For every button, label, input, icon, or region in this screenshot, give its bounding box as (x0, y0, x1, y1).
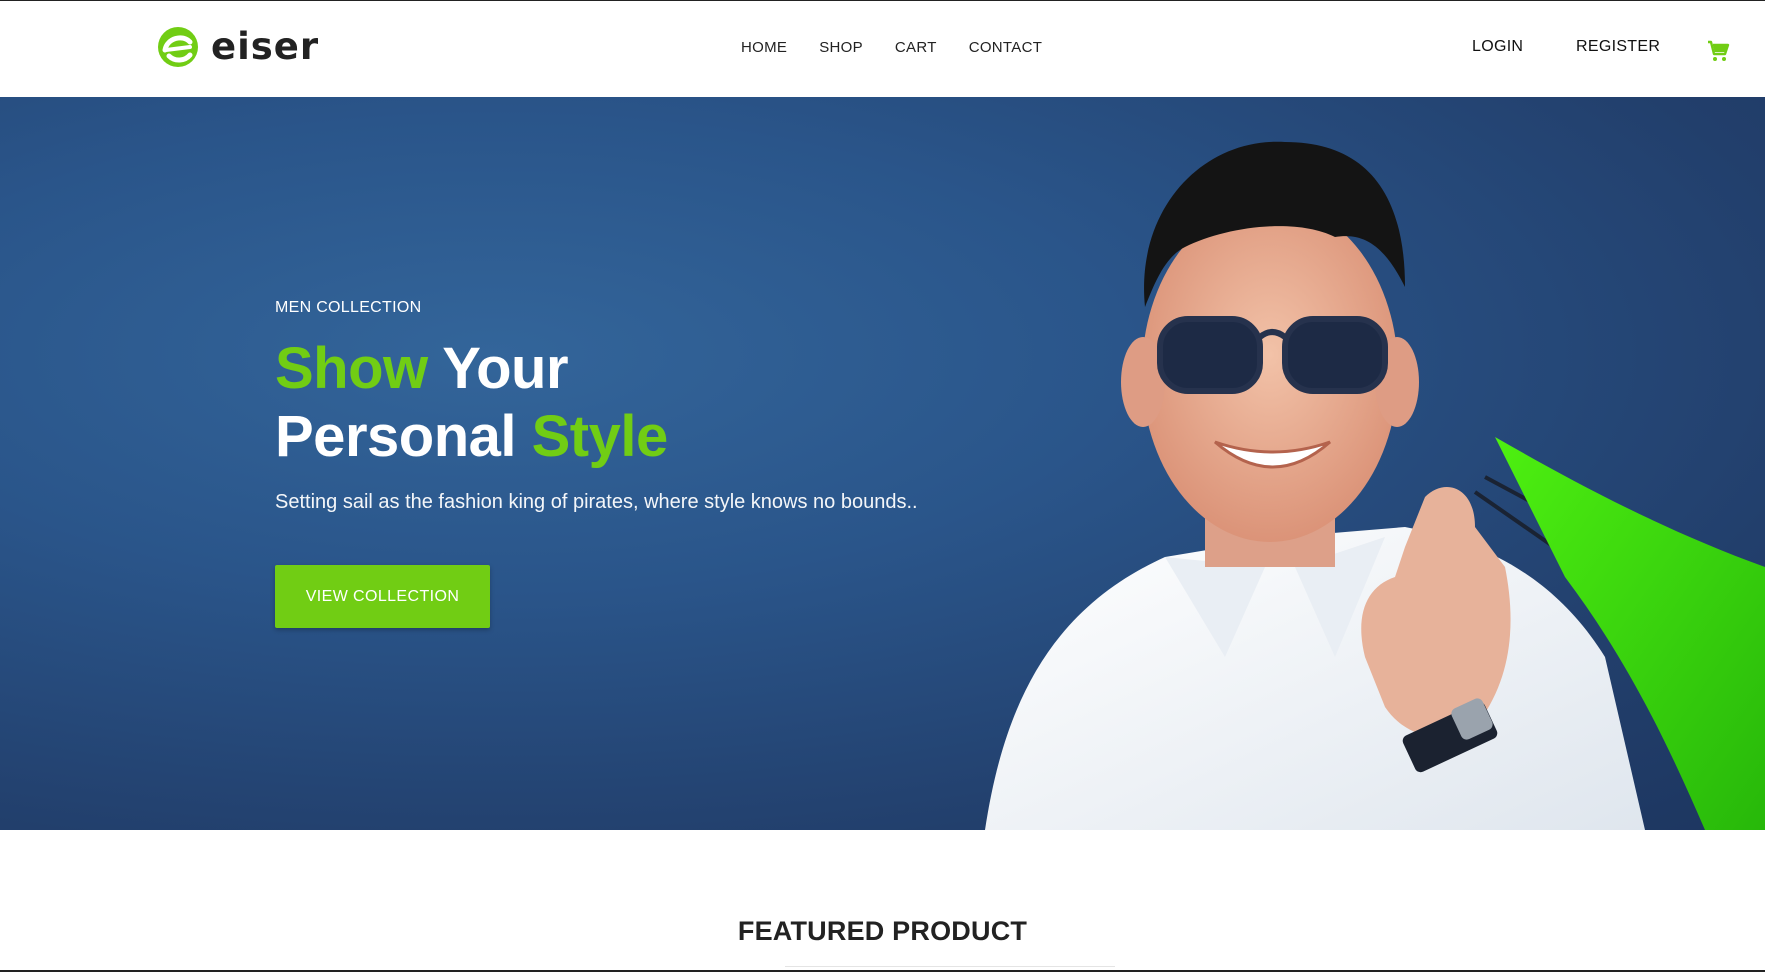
login-link[interactable]: LOGIN (1472, 38, 1523, 56)
register-link[interactable]: REGISTER (1576, 38, 1660, 56)
hero-title: Show Your Personal Style (275, 335, 975, 471)
hero-subtitle: Setting sail as the fashion king of pira… (275, 491, 918, 513)
brand-logo[interactable]: eiser (157, 25, 319, 68)
hero-title-your: Your (442, 336, 569, 401)
hero-eyebrow: MEN COLLECTION (275, 299, 422, 316)
featured-product-heading: FEATURED PRODUCT (737, 916, 1028, 946)
hero-content: MEN COLLECTION Show Your Personal Style … (275, 299, 975, 514)
nav-home[interactable]: HOME (741, 39, 787, 56)
nav-contact[interactable]: CONTACT (969, 39, 1042, 56)
brand-name: eiser (211, 25, 320, 68)
hero-banner: MEN COLLECTION Show Your Personal Style … (0, 97, 1765, 830)
section-divider (785, 966, 1115, 967)
site-header: eiser HOME SHOP CART CONTACT LOGIN REGIS… (0, 1, 1765, 97)
hero-title-style: Style (531, 404, 669, 469)
hero-model-image (985, 141, 1765, 830)
nav-shop[interactable]: SHOP (819, 39, 863, 56)
page: eiser HOME SHOP CART CONTACT LOGIN REGIS… (0, 0, 1765, 972)
nav-cart[interactable]: CART (895, 39, 937, 56)
view-collection-button[interactable]: VIEW COLLECTION (275, 565, 490, 628)
cart-icon[interactable] (1706, 39, 1730, 63)
main-nav: HOME SHOP CART CONTACT (741, 39, 1074, 56)
hero-title-show: Show (275, 336, 428, 401)
logo-mark-icon (158, 26, 198, 67)
hero-title-personal: Personal (275, 404, 517, 469)
